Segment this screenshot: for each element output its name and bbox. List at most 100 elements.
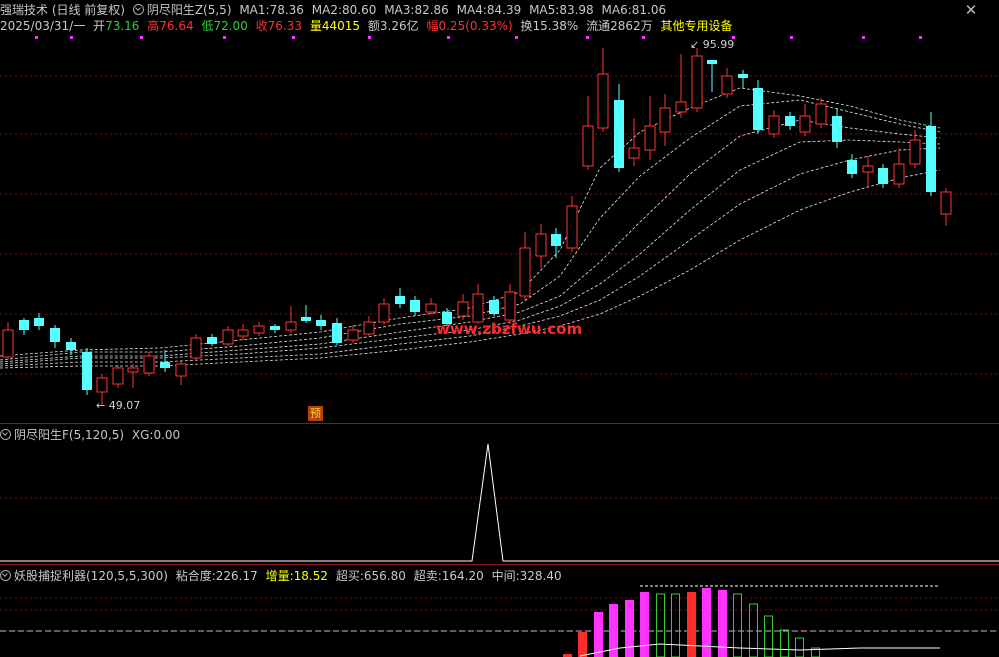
signal-dot [790,36,793,39]
candlestick [2,322,14,360]
candlestick [332,318,342,345]
signal-dot [368,36,371,39]
stickiness-label: 粘合度: [175,569,216,583]
candle-body [832,116,842,142]
histogram-bar [671,593,680,657]
middle-label: 中间: [491,569,520,583]
indicator-icon [0,570,11,581]
candle-body [363,321,375,335]
candlestick [19,318,29,335]
candlestick [50,325,60,348]
candle-body [785,116,795,126]
candlestick [551,228,561,258]
candlestick [721,68,733,98]
candle-body [112,367,124,385]
histogram-bar [594,612,603,657]
candlestick [597,48,609,132]
signal-dot [447,36,450,39]
candle-body [489,300,499,314]
candle-body [614,100,624,168]
candle-body [457,301,469,317]
candle-body [628,147,640,159]
candlestick [301,305,311,323]
candle-body [66,342,76,350]
candle-body [395,296,405,304]
candlestick [127,364,139,388]
candle-body [96,377,108,393]
candle-body [551,234,561,246]
increment-label: 增量: [265,569,294,583]
candle-body [190,337,202,359]
histogram-bar [795,637,804,657]
min-price-annotation: ← 49.07 [96,399,141,412]
histogram-bar [640,592,649,657]
candle-body [519,247,531,297]
histogram-bar [578,632,587,657]
candle-body [127,367,139,373]
candle-body [878,168,888,184]
candle-body [160,362,170,368]
histogram-bar [780,629,789,657]
signal-dot [35,36,38,39]
candlestick [316,315,326,330]
candlestick [799,104,811,136]
candlestick [82,348,92,395]
candlestick [112,365,124,388]
candlestick [207,334,217,346]
panel3-header: 妖股捕捉利器(120,5,5,300) 粘合度:226.17 增量:18.52 … [0,568,566,584]
candle-body [909,139,921,165]
candlestick [535,224,547,268]
candlestick [815,98,827,128]
candlestick [628,118,640,166]
candle-body [691,55,703,109]
candle-body [738,74,748,78]
candlestick [253,322,265,336]
signal-dot [862,36,865,39]
stickiness-value: 226.17 [215,569,258,583]
candlestick [768,110,780,138]
overbought-value: 656.80 [363,569,406,583]
candle-body [659,107,671,133]
signal-dot [223,36,226,39]
candlestick [691,48,703,112]
candlestick [472,284,484,324]
candlestick [34,313,44,330]
panel2-indicator[interactable]: 阴尽阳生F(5,120,5) [0,428,124,442]
candlestick [175,360,187,385]
candle-body [799,115,811,133]
candlestick [675,54,687,118]
candle-body [504,291,516,321]
candlestick [926,112,936,196]
candlestick [143,352,155,376]
candlestick [785,112,795,130]
signal-dot [70,36,73,39]
candlestick [847,154,857,178]
candle-body [316,320,326,326]
signal-dot [515,36,518,39]
candle-body [19,320,29,330]
candle-body [270,326,280,330]
panel2-header: 阴尽阳生F(5,120,5) XG:0.00 [0,427,184,443]
histogram-bar [687,592,696,657]
forecast-badge[interactable]: 预 [308,406,323,421]
candlestick [878,164,888,188]
histogram-bar [764,615,773,657]
xg-value: 0.00 [153,428,181,442]
candle-body [143,355,155,374]
signal-dot [919,36,922,39]
candle-body [410,300,420,312]
candle-body [2,329,14,358]
candlestick [363,316,375,337]
candle-body [721,75,733,95]
candlestick [519,232,531,300]
candlestick [66,338,76,355]
panel3-indicator[interactable]: 妖股捕捉利器(120,5,5,300) [0,569,168,583]
candle-body [582,125,594,167]
candlestick [566,196,578,252]
histogram-bar [625,600,634,657]
candle-body [815,103,827,125]
candlestick [659,94,671,146]
candle-body [207,337,217,344]
candlestick [410,296,420,316]
candle-body [753,88,763,130]
